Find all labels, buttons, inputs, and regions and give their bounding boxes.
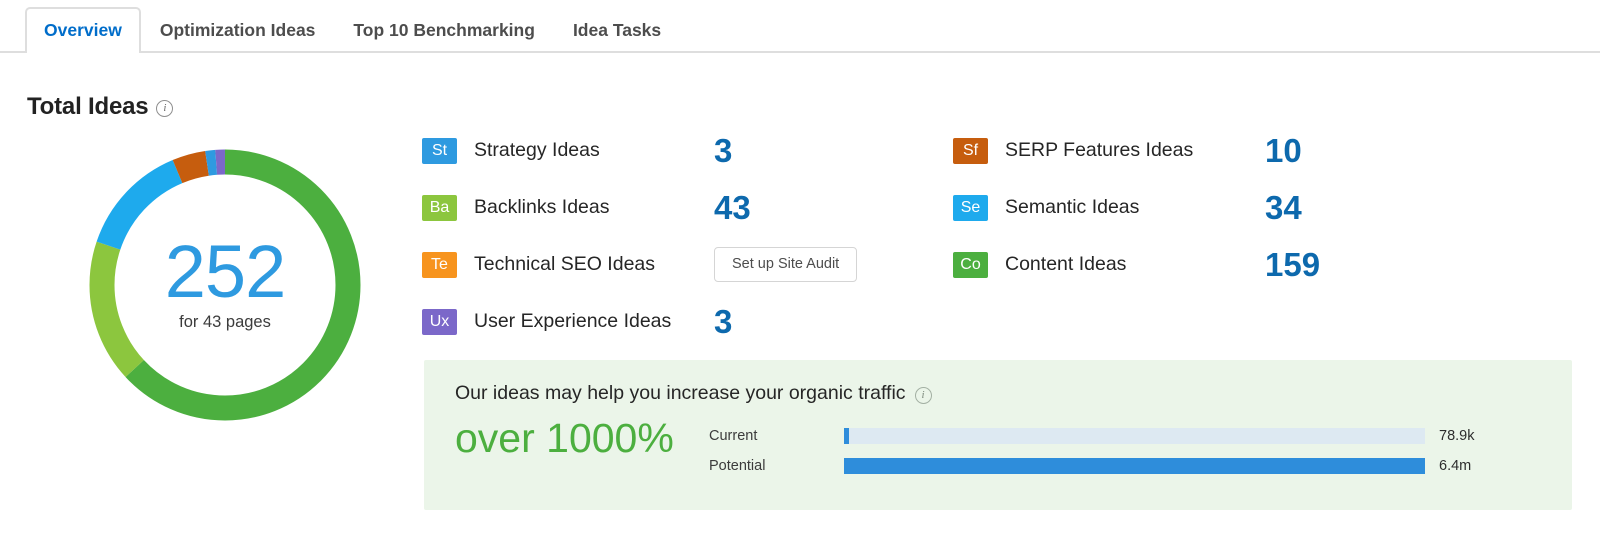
category-count[interactable]: 3 (714, 305, 732, 338)
page-title: Total Ideas (27, 93, 149, 120)
traffic-bar-label: Current (709, 428, 758, 444)
idea-category-row: Ux User Experience Ideas 3 (422, 293, 857, 350)
category-count[interactable]: 3 (714, 134, 732, 167)
category-count[interactable]: 43 (714, 191, 751, 224)
tab-list: Overview Optimization Ideas Top 10 Benchma… (25, 7, 680, 55)
idea-category-column-left: St Strategy Ideas 3 Ba Backlinks Ideas 43 Te Te… (422, 122, 858, 350)
idea-category-row: St Strategy Ideas 3 (422, 122, 857, 179)
organic-traffic-panel: Our ideas may help you increase your org… (424, 360, 1572, 510)
idea-category-row: Ba Backlinks Ideas 43 (422, 179, 857, 236)
category-label: Strategy Ideas (474, 139, 600, 161)
category-label: SERP Features Ideas (1005, 139, 1194, 161)
donut-total-value: 252 (164, 230, 286, 314)
category-label: User Experience Ideas (474, 310, 672, 332)
category-count[interactable]: 10 (1265, 134, 1302, 167)
category-count[interactable]: 34 (1265, 191, 1302, 224)
category-badge-icon: St (422, 137, 457, 164)
donut-center-label: 252 for 43 pages (78, 138, 372, 432)
category-badge-icon: Co (953, 251, 988, 278)
idea-category-column-right: Sf SERP Features Ideas 10 Se Semantic Ideas 3… (953, 122, 1320, 293)
traffic-bar-row: Current 78.9k (709, 421, 1544, 451)
category-badge-icon: Se (953, 194, 988, 221)
traffic-bar-track (844, 458, 1425, 474)
traffic-bar-fill (844, 458, 1425, 474)
page-title-group: Total Ideas i (27, 93, 174, 121)
info-icon[interactable]: i (156, 100, 174, 117)
traffic-increase-percent: over 1000% (455, 415, 674, 461)
traffic-bar-fill (844, 428, 850, 444)
tab-overview[interactable]: Overview (25, 7, 141, 55)
tab-idea-tasks[interactable]: Idea Tasks (554, 7, 680, 53)
traffic-bar-label: Potential (709, 458, 766, 474)
category-label: Backlinks Ideas (474, 196, 610, 218)
tab-top-10-benchmarking[interactable]: Top 10 Benchmarking (334, 7, 554, 53)
idea-category-row: Te Technical SEO Ideas Set up Site Audit (422, 236, 858, 293)
category-badge-icon: Ux (422, 308, 457, 335)
tab-bar: Overview Optimization Ideas Top 10 Benchma… (0, 0, 1600, 55)
category-badge-icon: Sf (953, 137, 988, 164)
traffic-bar-value: 78.9k (1439, 428, 1475, 444)
category-label: Content Ideas (1005, 253, 1127, 275)
tab-optimization-ideas[interactable]: Optimization Ideas (141, 7, 335, 53)
category-count[interactable]: 159 (1265, 248, 1320, 281)
total-ideas-donut-chart[interactable]: 252 for 43 pages (78, 138, 372, 432)
category-badge-icon: Ba (422, 194, 457, 221)
donut-subtitle: for 43 pages (179, 312, 271, 331)
set-up-site-audit-button[interactable]: Set up Site Audit (714, 246, 858, 283)
traffic-bar-value: 6.4m (1439, 458, 1472, 474)
traffic-bar-track (844, 428, 1425, 444)
idea-category-row: Sf SERP Features Ideas 10 (953, 122, 1320, 179)
category-label: Technical SEO Ideas (474, 253, 656, 275)
traffic-headline-group: Our ideas may help you increase your org… (455, 382, 932, 405)
traffic-headline: Our ideas may help you increase your org… (455, 382, 906, 404)
category-label: Semantic Ideas (1005, 196, 1140, 218)
idea-category-row: Co Content Ideas 159 (953, 236, 1320, 293)
traffic-bar-chart: Current 78.9k Potential 6.4m (709, 421, 1544, 481)
category-badge-icon: Te (422, 251, 457, 278)
idea-category-row: Se Semantic Ideas 34 (953, 179, 1320, 236)
traffic-info-icon[interactable]: i (914, 386, 932, 404)
traffic-bar-row: Potential 6.4m (709, 451, 1544, 481)
